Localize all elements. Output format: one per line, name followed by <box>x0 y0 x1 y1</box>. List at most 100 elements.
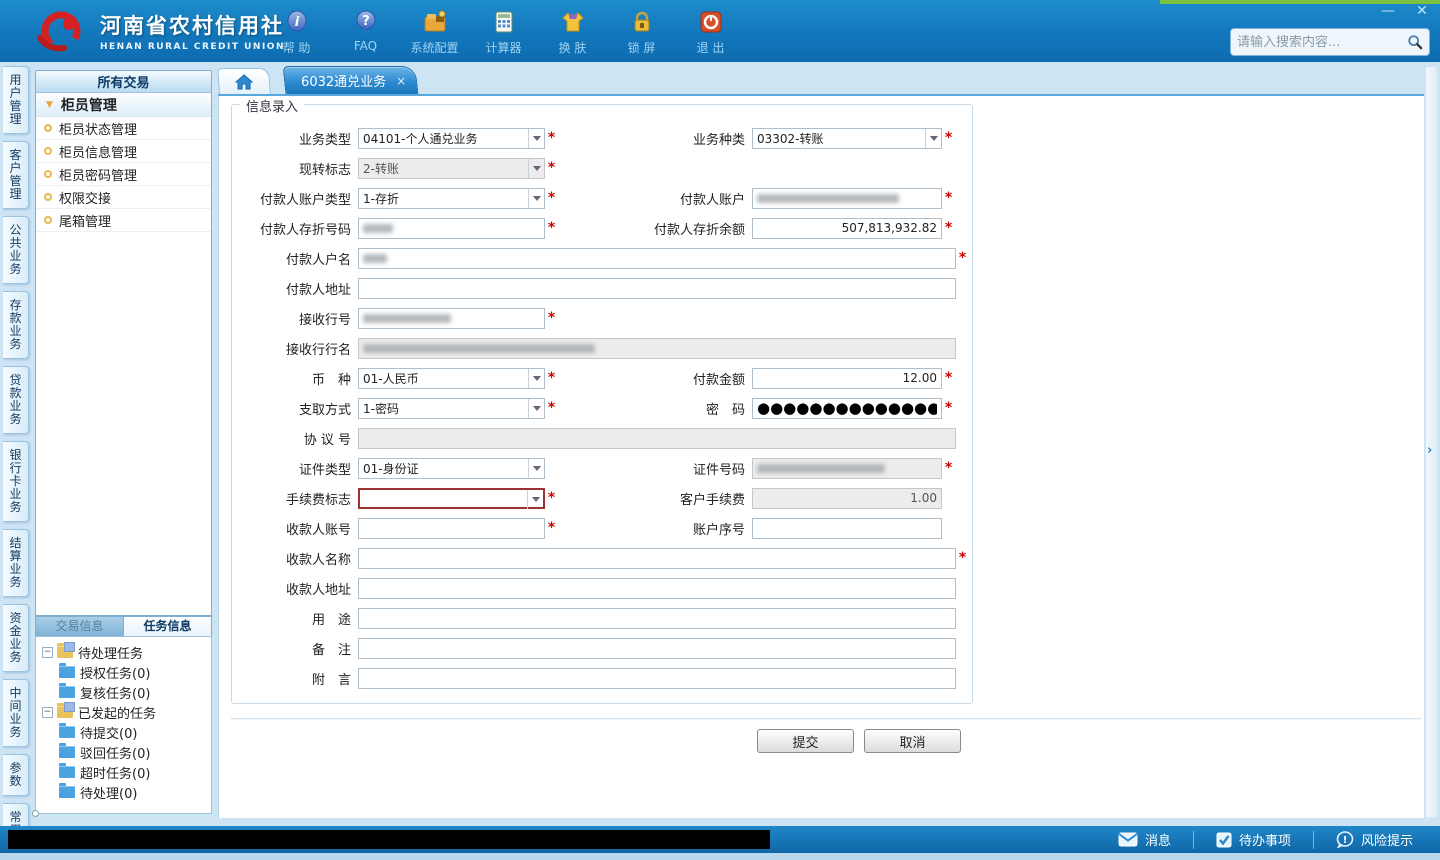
module-tab-bankcard-biz[interactable]: 银行卡业务 <box>3 441 29 522</box>
menu-item-teller-status[interactable]: 柜员状态管理 <box>36 117 211 140</box>
right-collapse-strip[interactable]: › <box>1425 66 1438 818</box>
folder-icon <box>59 723 75 738</box>
window-controls: — ✕ <box>1378 3 1432 19</box>
folder-icon <box>57 642 75 658</box>
svg-text:?: ? <box>362 14 370 29</box>
password-input[interactable]: ●●●●●●●●●●●●●●● <box>752 397 942 419</box>
module-tab-customer-mgmt[interactable]: 客户管理 <box>3 141 29 209</box>
menu-item-teller-info[interactable]: 柜员信息管理 <box>36 140 211 163</box>
menu-item-teller-password[interactable]: 柜员密码管理 <box>36 163 211 186</box>
module-tab-user-mgmt[interactable]: 用户管理 <box>3 66 29 134</box>
payer-address-input[interactable] <box>358 277 956 299</box>
payment-amount-input[interactable]: 12.00 <box>752 367 942 389</box>
required-marker: * <box>547 190 556 206</box>
field-label: 付款人地址 <box>285 282 351 298</box>
resize-handle[interactable] <box>32 810 39 817</box>
module-tab-funds-biz[interactable]: 资金业务 <box>3 604 29 672</box>
module-tab-deposit-biz[interactable]: 存款业务 <box>3 291 29 359</box>
skin-icon <box>559 8 586 35</box>
payer-account-type-select[interactable]: 1-存折 <box>358 187 545 209</box>
redacted-status-text <box>8 830 770 849</box>
fee-flag-select[interactable] <box>358 487 545 509</box>
skin-button[interactable]: 换 肤 <box>538 8 607 56</box>
business-kind-select[interactable]: 03302-转账 <box>752 127 942 149</box>
chevron-down-icon <box>528 368 544 388</box>
lock-screen-button[interactable]: 锁 屏 <box>607 8 676 56</box>
form-row: 付款人户名 * <box>232 243 972 273</box>
menu-item-authority-handover[interactable]: 权限交接 <box>36 186 211 209</box>
divider <box>231 718 1421 719</box>
withdrawal-method-select[interactable]: 1-密码 <box>358 397 545 419</box>
payee-name-input[interactable] <box>358 547 956 569</box>
field-label: 协 议 号 <box>303 432 351 448</box>
certificate-type-select[interactable]: 01-身份证 <box>358 457 545 479</box>
messages-button[interactable]: 消息 <box>1096 831 1193 849</box>
module-tab-parameters[interactable]: 参数 <box>3 754 29 796</box>
required-marker: * <box>547 490 556 506</box>
module-tab-intermediate-biz[interactable]: 中间业务 <box>3 679 29 747</box>
menu-item-cashbox-mgmt[interactable]: 尾箱管理 <box>36 209 211 232</box>
payee-account-input[interactable] <box>358 517 545 539</box>
collapse-icon[interactable]: − <box>42 706 53 718</box>
tree-node-rejected-tasks[interactable]: 驳回任务(0) <box>59 742 211 762</box>
payer-name-input[interactable] <box>358 247 956 269</box>
risk-alert-button[interactable]: ! 风险提示 <box>1312 830 1435 849</box>
tab-task-info[interactable]: 任务信息 <box>123 617 211 636</box>
collapse-icon[interactable]: − <box>42 646 53 658</box>
close-button[interactable]: ✕ <box>1412 3 1432 19</box>
tree-node-timeout-tasks[interactable]: 超时任务(0) <box>59 762 211 782</box>
minimize-button[interactable]: — <box>1378 3 1398 19</box>
postscript-input[interactable] <box>358 667 956 689</box>
required-marker: * <box>944 400 953 416</box>
chevron-down-icon <box>527 489 543 509</box>
cash-transfer-flag-select: 2-转账 <box>358 157 545 179</box>
tree-node-pending-tasks[interactable]: − 待处理任务 <box>42 642 211 662</box>
field-label: 业务种类 <box>692 132 745 148</box>
tree-node-authorize-tasks[interactable]: 授权任务(0) <box>59 662 211 682</box>
purpose-input[interactable] <box>358 607 956 629</box>
field-label: 接收行行名 <box>285 342 351 358</box>
search-icon[interactable] <box>1407 33 1423 51</box>
payer-passbook-balance-input[interactable]: 507,813,932.82 <box>752 217 942 239</box>
calculator-button[interactable]: 计算器 <box>469 8 538 56</box>
payee-address-input[interactable] <box>358 577 956 599</box>
required-marker: * <box>958 550 967 566</box>
tree-node-initiated-tasks[interactable]: − 已发起的任务 <box>42 702 211 722</box>
remark-input[interactable] <box>358 637 956 659</box>
cancel-button[interactable]: 取消 <box>864 729 961 753</box>
tab-6032-transfer-business[interactable]: 6032通兑业务 × <box>282 66 419 94</box>
payer-account-input[interactable] <box>752 187 942 209</box>
tree-node-to-handle[interactable]: 待处理(0) <box>59 782 211 802</box>
system-config-button[interactable]: 系统配置 <box>400 8 469 56</box>
field-label: 证件号码 <box>692 462 745 478</box>
form-row: 收款人名称 * <box>232 543 972 573</box>
help-button[interactable]: i 帮 助 <box>262 8 331 56</box>
exit-button[interactable]: 退 出 <box>676 8 745 56</box>
currency-select[interactable]: 01-人民币 <box>358 367 545 389</box>
tree-node-review-tasks[interactable]: 复核任务(0) <box>59 682 211 702</box>
submit-button[interactable]: 提交 <box>757 729 854 753</box>
module-tab-public-biz[interactable]: 公共业务 <box>3 216 29 284</box>
module-tab-settlement-biz[interactable]: 结算业务 <box>3 529 29 597</box>
tab-close-icon[interactable]: × <box>396 74 406 88</box>
field-label: 付款人存折余额 <box>653 222 745 238</box>
faq-button[interactable]: ? FAQ <box>331 8 400 56</box>
tab-transaction-info[interactable]: 交易信息 <box>36 617 123 636</box>
field-label: 客户手续费 <box>679 492 745 508</box>
module-tab-loan-biz[interactable]: 贷款业务 <box>3 366 29 434</box>
todo-button[interactable]: 待办事项 <box>1192 830 1313 849</box>
account-seq-input[interactable] <box>752 517 942 539</box>
tree-node-to-submit[interactable]: 待提交(0) <box>59 722 211 742</box>
form-row: 手续费标志 * 客户手续费 1.00 <box>232 483 972 513</box>
required-marker: * <box>547 520 556 536</box>
menu-group-teller-mgmt[interactable]: ▼ 柜员管理 <box>36 93 211 117</box>
payer-passbook-no-input[interactable] <box>358 217 545 239</box>
tab-home[interactable] <box>217 68 271 94</box>
chevron-down-icon <box>528 128 544 148</box>
receiving-bank-no-input[interactable] <box>358 307 545 329</box>
required-marker: * <box>547 220 556 236</box>
collapse-arrow-icon[interactable]: › <box>1427 443 1432 458</box>
business-type-select[interactable]: 04101-个人通兑业务 <box>358 127 545 149</box>
form-row: 协 议 号 <box>232 423 972 453</box>
search-input[interactable] <box>1237 34 1407 50</box>
